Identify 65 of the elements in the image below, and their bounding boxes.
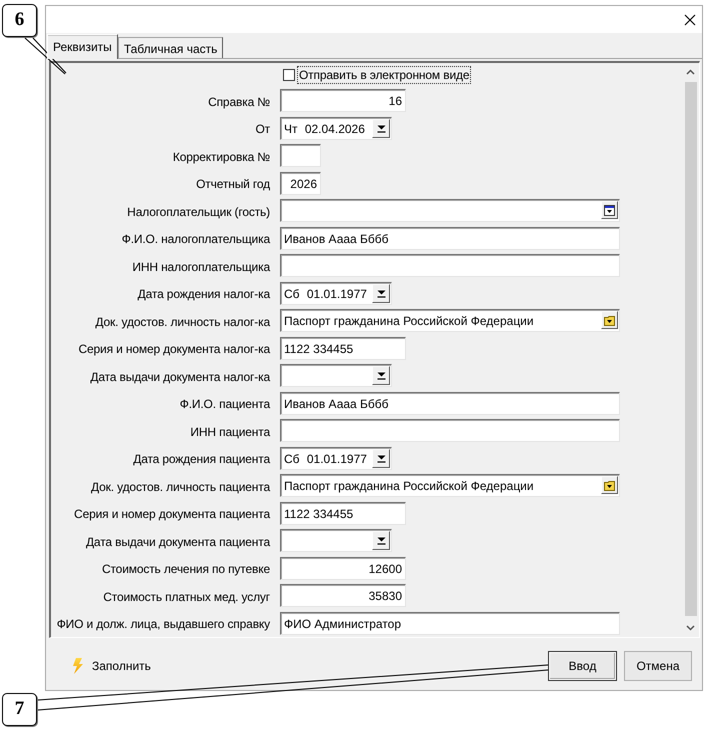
text-field[interactable]: Иванов Аааа Бббб <box>280 226 620 250</box>
field-label: Док. удостов. личность пациента <box>90 478 270 494</box>
dialog-button[interactable]: Ввод <box>548 651 617 681</box>
callout-number: 7 <box>2 693 37 726</box>
text-field[interactable] <box>280 419 620 442</box>
caret-down-icon <box>376 371 386 380</box>
close-icon[interactable] <box>684 14 696 26</box>
caret-down-icon <box>376 454 386 462</box>
text-field[interactable]: ФИО Администратор <box>280 612 620 634</box>
dropdown-button[interactable] <box>372 366 390 385</box>
text-field[interactable]: 1122 334455 <box>280 336 406 360</box>
field-label: Дата выдачи документа налог-ка <box>89 368 270 384</box>
chevron-up-icon[interactable] <box>686 69 695 75</box>
field-label: Стоимость лечения по путевке <box>100 561 270 577</box>
dialog-button[interactable]: Отмена <box>624 651 692 681</box>
field-label: Стоимость платных мед. услуг <box>102 588 270 604</box>
lookup-button[interactable] <box>601 476 618 494</box>
field-label: От <box>254 121 270 137</box>
field-label: Дата рождения пациента <box>132 451 270 467</box>
select-field[interactable] <box>280 199 620 222</box>
text-field[interactable]: Иванов Аааа Бббб <box>280 392 620 414</box>
field-label: Справка № <box>207 94 270 110</box>
list-window-icon <box>604 204 615 216</box>
field-label: ФИО и долж. лица, выдавшего справку <box>56 616 270 632</box>
lookup-field[interactable]: Паспорт гражданина Российской Федерации <box>280 474 620 497</box>
text-field[interactable] <box>280 254 620 277</box>
checkbox[interactable] <box>283 69 295 81</box>
lookup-button[interactable] <box>601 311 618 329</box>
folder-icon <box>604 314 615 326</box>
tab[interactable]: Реквизиты <box>47 34 118 59</box>
number-field[interactable]: 16 <box>280 89 406 112</box>
scrollbar-thumb[interactable] <box>684 82 696 616</box>
field-label: Корректировка № <box>172 148 270 164</box>
field-label: ИНН пациента <box>189 424 270 440</box>
dropdown-button[interactable] <box>372 531 390 550</box>
fill-button[interactable]: Заполнить <box>70 656 153 676</box>
lookup-field[interactable]: Паспорт гражданина Российской Федерации <box>280 309 620 332</box>
field-label: Налогоплательщик (гость) <box>126 204 270 220</box>
field-label: ИНН налогоплательщика <box>131 258 270 274</box>
field-label: Док. удостов. личность налог-ка <box>94 314 270 330</box>
field-label: Дата рождения налог-ка <box>136 286 270 302</box>
number-field[interactable] <box>280 144 321 167</box>
dropdown-button[interactable] <box>372 284 390 302</box>
select-button[interactable] <box>601 201 618 219</box>
checkbox-label[interactable]: Отправить в электронном виде <box>297 66 472 84</box>
number-field[interactable]: 2026 <box>280 172 321 194</box>
caret-down-icon <box>376 124 386 132</box>
field-label: Отчетный год <box>195 176 270 192</box>
number-field[interactable]: 12600 <box>280 556 406 580</box>
chevron-down-icon[interactable] <box>686 625 695 631</box>
caret-down-icon <box>376 536 386 545</box>
dropdown-button[interactable] <box>372 448 390 468</box>
field-label: Дата выдачи документа пациента <box>84 534 270 550</box>
field-label: Серия и номер документа налог-ка <box>77 341 270 357</box>
folder-icon <box>604 480 615 490</box>
field-label: Ф.И.О. пациента <box>178 396 270 412</box>
tab[interactable]: Табличная часть <box>118 37 224 58</box>
caret-down-icon <box>376 288 386 298</box>
field-label: Серия и номер документа пациента <box>73 506 270 522</box>
callout-number: 6 <box>2 4 37 37</box>
dropdown-button[interactable] <box>372 118 390 138</box>
number-field[interactable]: 35830 <box>280 584 406 607</box>
field-label: Ф.И.О. налогоплательщика <box>120 231 270 247</box>
lightning-icon <box>72 658 83 674</box>
text-field[interactable]: 1122 334455 <box>280 502 406 524</box>
